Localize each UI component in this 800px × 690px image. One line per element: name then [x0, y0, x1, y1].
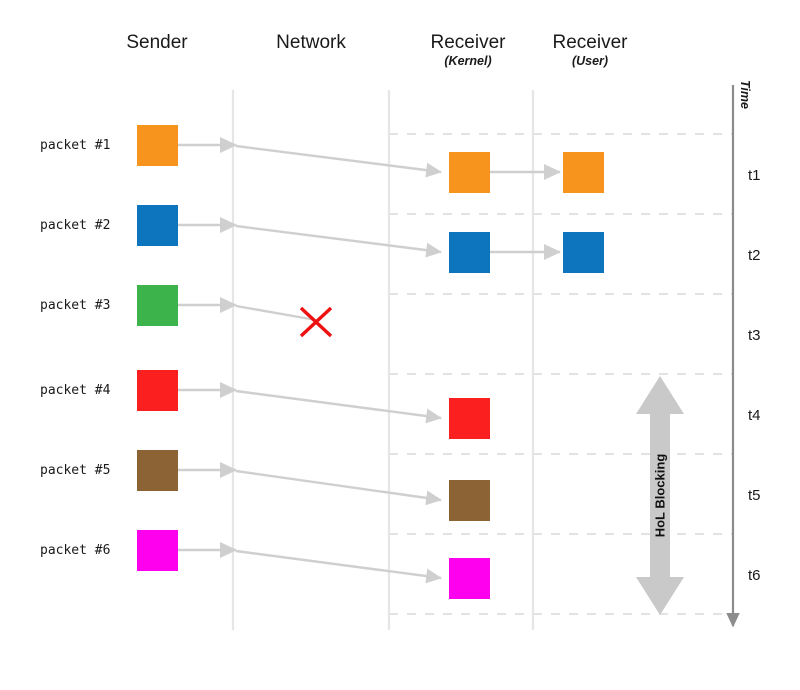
time-tick-t3: t3	[748, 327, 761, 344]
column-header-receiver-kernel-label: Receiver	[430, 32, 506, 53]
x-mark-icon	[299, 306, 333, 338]
packet-label-5: packet #5	[40, 463, 111, 478]
kernel-packet-boxes	[449, 152, 490, 599]
kernel-to-user-arrows	[489, 163, 562, 261]
time-tick-t2: t2	[748, 247, 761, 264]
column-header-receiver-user-label: Receiver	[552, 32, 628, 53]
column-header-network: Network	[231, 32, 391, 53]
packet-label-6: packet #6	[40, 543, 111, 558]
user-packet-boxes	[563, 152, 604, 273]
column-header-sender: Sender	[77, 32, 237, 53]
diagram-canvas: Sender Network Receiver (Kernel) Receive…	[0, 0, 800, 690]
sender-packet-boxes	[137, 125, 178, 571]
packet-label-1: packet #1	[40, 138, 111, 153]
time-gridlines	[389, 133, 733, 615]
time-axis-label: Time	[738, 80, 752, 109]
sender-to-network-arrows	[178, 136, 238, 559]
time-tick-t4: t4	[748, 407, 761, 424]
column-header-network-label: Network	[276, 32, 346, 53]
time-tick-t6: t6	[748, 567, 761, 584]
network-transit-arrows	[235, 144, 442, 584]
packet-label-3: packet #3	[40, 298, 111, 313]
hol-blocking-label: HoL Blocking	[652, 453, 668, 538]
packet-label-4: packet #4	[40, 383, 111, 398]
column-header-receiver-user-sub: (User)	[571, 54, 609, 69]
time-tick-t1: t1	[748, 167, 761, 184]
column-header-sender-label: Sender	[126, 32, 188, 53]
packet-label-2: packet #2	[40, 218, 111, 233]
time-tick-t5: t5	[748, 487, 761, 504]
diagram-graphics	[137, 85, 740, 630]
column-header-receiver-user: Receiver (User)	[510, 32, 670, 68]
